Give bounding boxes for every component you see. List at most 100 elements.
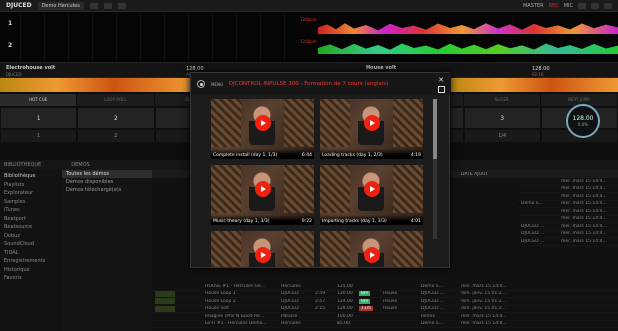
play-icon[interactable] bbox=[364, 115, 380, 131]
profile-field[interactable]: Demo Hercules bbox=[37, 1, 84, 10]
pitch-readout: 0.0% bbox=[577, 122, 589, 127]
waveform-deck-1 bbox=[318, 23, 618, 34]
video-duration: 9:22 bbox=[301, 219, 312, 224]
pad-value-2[interactable]: 2 bbox=[78, 130, 154, 142]
video-card[interactable] bbox=[320, 231, 423, 267]
table-row[interactable]: mer. mars 15 14:4... bbox=[518, 186, 618, 193]
track-thumbnail bbox=[155, 305, 175, 312]
minimize-icon[interactable] bbox=[591, 2, 599, 9]
pad-value-7[interactable]: 1/4 bbox=[464, 130, 540, 142]
video-caption: Loading tracks (day 1, 2/3) bbox=[322, 153, 383, 158]
play-icon[interactable] bbox=[364, 181, 380, 197]
play-icon[interactable] bbox=[255, 247, 271, 263]
play-icon[interactable] bbox=[255, 181, 271, 197]
subtree-all-demos[interactable]: Toutes les démos bbox=[62, 170, 152, 178]
waveform-grid bbox=[20, 12, 308, 62]
waveform-deck-2 bbox=[318, 43, 618, 54]
view-icon[interactable] bbox=[117, 2, 126, 9]
sidebar-item-qobuz[interactable]: Qobuz bbox=[0, 232, 62, 241]
waveform-tracks bbox=[318, 12, 618, 62]
demos-title: DEMOS bbox=[71, 162, 90, 168]
sidebar-item-recordings[interactable]: Enregistrements bbox=[0, 257, 62, 266]
sidebar-item-samples[interactable]: Samples bbox=[0, 198, 62, 207]
track-thumbnail bbox=[155, 298, 175, 305]
waveform-display[interactable]: 1 2 128bpm 126bpm bbox=[0, 12, 618, 62]
sidebar-item-tidal[interactable]: TIDAL bbox=[0, 249, 62, 258]
scrollbar-thumb[interactable] bbox=[433, 99, 437, 159]
close-icon[interactable]: ✕ bbox=[437, 76, 445, 84]
settings-icon[interactable] bbox=[89, 2, 98, 9]
key-badge: 9m bbox=[359, 298, 371, 304]
tab-slicer-right[interactable]: SLICER bbox=[464, 94, 541, 106]
video-scrollbar[interactable] bbox=[433, 99, 437, 239]
table-row[interactable]: HOUSE #1 - Hercules Ge... Hercules 125.0… bbox=[152, 283, 618, 291]
table-row[interactable]: House Loop 1 DJUCED 2:59 120.00 8m House… bbox=[152, 290, 618, 298]
key-badge: 11m bbox=[359, 306, 374, 312]
master-label[interactable]: MASTER bbox=[523, 3, 544, 9]
layout-icon[interactable] bbox=[103, 2, 112, 9]
video-card[interactable]: Loading tracks (day 1, 2/3) 4:19 bbox=[320, 99, 423, 159]
mic-button[interactable]: MIC bbox=[564, 3, 573, 9]
video-caption: Music theory (day 1, 3/3) bbox=[213, 219, 270, 224]
table-row[interactable]: House Loop 2 DJUCED 2:57 124.00 9m House… bbox=[152, 298, 618, 306]
sidebar-item-favorites[interactable]: Favoris bbox=[0, 274, 62, 283]
play-icon[interactable] bbox=[255, 115, 271, 131]
pad-1[interactable]: 1 bbox=[1, 108, 77, 128]
table-row[interactable]: mer. mars 15 14:4... bbox=[518, 193, 618, 201]
tutorial-modal: MENU DJCONTROL INPULSE 300 - Formation d… bbox=[190, 72, 451, 268]
subtree-downloaded-demos[interactable]: Démos téléchargé(e)s bbox=[62, 186, 152, 194]
play-icon[interactable] bbox=[364, 247, 380, 263]
pad-2[interactable]: 2 bbox=[78, 108, 154, 128]
sidebar-item-itunes[interactable]: iTunes bbox=[0, 206, 62, 215]
table-row[interactable]: Demo S... mer. mars 15 14:4... bbox=[518, 201, 618, 208]
visible-right-columns: mer. mars 15 14:4... mer. mars 15 14:4..… bbox=[518, 178, 618, 246]
video-card[interactable]: Music theory (day 1, 3/3) 9:22 bbox=[211, 165, 314, 225]
tab-loop-roll[interactable]: LOOP ROLL bbox=[77, 94, 155, 106]
sidebar-item-beatsource[interactable]: Beatsource bbox=[0, 223, 62, 232]
right-overview-waveform[interactable] bbox=[450, 78, 618, 92]
right-time: 02:16 bbox=[532, 72, 544, 77]
subtree-available-demos[interactable]: Démos disponibles bbox=[62, 178, 152, 186]
table-row[interactable]: House volt DJUCED 2:15 128.00 11m House … bbox=[152, 305, 618, 313]
wave-tag-1: 128bpm bbox=[300, 17, 317, 22]
deck-1-label: 1 bbox=[8, 20, 13, 27]
menu-icon[interactable] bbox=[197, 80, 205, 88]
sidebar-item-soundcloud[interactable]: SoundCloud bbox=[0, 240, 62, 249]
track-thumbnail bbox=[155, 290, 175, 297]
tab-hot-cue[interactable]: HOT CUE bbox=[0, 94, 78, 106]
table-row[interactable]: DJUCED ... mer. mars 15 14:4... bbox=[518, 238, 618, 246]
right-track-title: House volt bbox=[366, 65, 397, 71]
sidebar-item-library[interactable]: Bibliothèque bbox=[0, 172, 62, 181]
gear-icon[interactable] bbox=[578, 2, 586, 9]
table-row[interactable]: DJUCED ... mer. mars 15 14:4... bbox=[518, 223, 618, 231]
menu-label[interactable]: MENU bbox=[211, 82, 223, 87]
table-row[interactable]: mer. mars 15 14:4... bbox=[518, 216, 618, 223]
table-row[interactable]: Imagine (Phil N Good Re... Patacle 100.0… bbox=[152, 313, 618, 321]
sidebar-item-playlists[interactable]: Playlists bbox=[0, 181, 62, 190]
library-sidebar: Bibliothèque Playlists Explorateur Sampl… bbox=[0, 170, 62, 331]
table-row[interactable]: DJUCED ... mer. mars 15 14:4... bbox=[518, 231, 618, 238]
rec-button[interactable]: REC bbox=[549, 3, 559, 9]
table-row[interactable]: Lo-Fi #1 - Hercules Demo... Hercules 85.… bbox=[152, 321, 618, 328]
bpm-knob[interactable]: 128.00 0.0% bbox=[566, 104, 600, 138]
pad-value-1[interactable]: 1 bbox=[1, 130, 77, 142]
video-duration: 6:44 bbox=[301, 153, 312, 158]
video-duration: 4:19 bbox=[410, 153, 421, 158]
pad-7[interactable]: 3 bbox=[464, 108, 540, 128]
left-overview-waveform[interactable] bbox=[0, 78, 190, 92]
video-card[interactable] bbox=[211, 231, 314, 267]
video-card[interactable]: Importing tracks (day 1, 3/3) 4:01 bbox=[320, 165, 423, 225]
app-logo: DJUCED bbox=[6, 2, 32, 9]
sidebar-item-history[interactable]: Historique bbox=[0, 266, 62, 275]
sidebar-item-beatport[interactable]: Beatport bbox=[0, 215, 62, 224]
video-card[interactable]: Complete install (day 1, 1/3) 6:44 bbox=[211, 99, 314, 159]
video-caption: Importing tracks (day 1, 3/3) bbox=[322, 219, 387, 224]
table-row[interactable]: mer. mars 15 14:4... bbox=[518, 178, 618, 186]
table-row[interactable]: mer. mars 15 14:4... bbox=[518, 208, 618, 216]
col-date-added[interactable]: DATE AJOUT bbox=[458, 172, 518, 177]
sidebar-item-explorer[interactable]: Explorateur bbox=[0, 189, 62, 198]
left-track-title: Electrohouse volt bbox=[6, 65, 56, 71]
expand-icon[interactable] bbox=[438, 86, 445, 93]
close-icon[interactable] bbox=[604, 2, 612, 9]
library-title: BIBLIOTHEQUE bbox=[4, 162, 42, 168]
